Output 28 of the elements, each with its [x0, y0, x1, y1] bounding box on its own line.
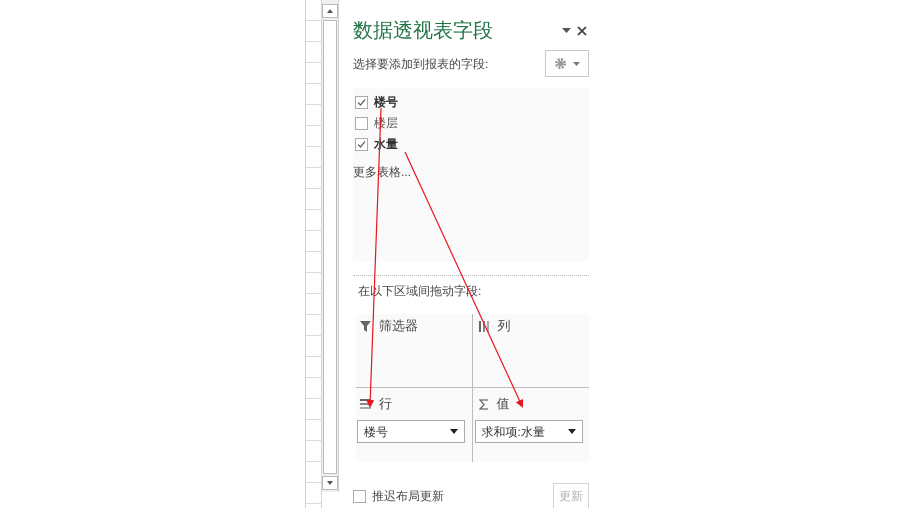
dropdown-arrow-icon[interactable]	[562, 28, 571, 34]
checkbox[interactable]	[353, 490, 366, 502]
checkbox[interactable]	[355, 96, 368, 109]
area-title: 列	[498, 317, 510, 336]
caret-icon	[573, 62, 580, 66]
caret-icon	[450, 429, 458, 434]
filter-icon	[360, 320, 371, 332]
scrollbar[interactable]	[322, 0, 339, 492]
area-title: 值	[496, 395, 510, 414]
update-button: 更新	[553, 483, 589, 508]
area-title: 行	[379, 395, 392, 414]
scrollbar-thumb[interactable]	[323, 20, 337, 474]
settings-button[interactable]	[545, 50, 589, 78]
area-title: 筛选器	[379, 317, 418, 336]
field-dropdown[interactable]: 楼号	[357, 420, 465, 443]
panel-title: 数据透视表字段	[353, 19, 494, 44]
settings-icon	[554, 57, 567, 70]
field-name[interactable]: 楼号	[374, 93, 398, 112]
checkbox[interactable]	[355, 138, 368, 151]
field-list-label: 选择要添加到报表的字段:	[353, 56, 490, 73]
rows-icon	[360, 399, 371, 409]
columns-icon	[478, 320, 490, 332]
field-dropdown[interactable]: 求和项:水量	[474, 420, 582, 443]
defer-update-label: 推迟布局更新	[372, 488, 445, 505]
sigma-icon	[478, 398, 488, 410]
checkbox[interactable]	[355, 116, 368, 130]
close-icon[interactable]	[577, 26, 587, 36]
caret-icon	[568, 429, 576, 434]
